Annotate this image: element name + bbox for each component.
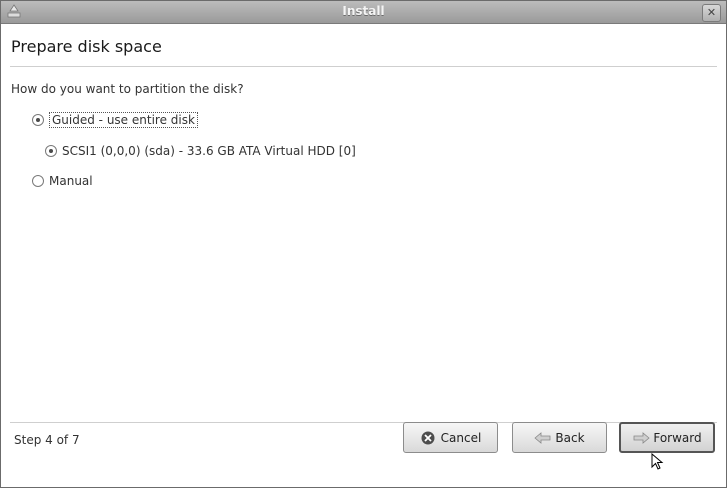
radio-manual[interactable] [32, 175, 44, 187]
radio-guided[interactable] [32, 114, 44, 126]
cancel-button[interactable]: Cancel [403, 422, 498, 453]
step-indicator: Step 4 of 7 [14, 433, 80, 447]
back-button[interactable]: Back [512, 422, 607, 453]
forward-button[interactable]: Forward [619, 422, 715, 453]
right-arrow-icon [633, 431, 650, 444]
cancel-circle-icon [421, 431, 435, 444]
page-title: Prepare disk space [11, 37, 162, 56]
option-manual-label: Manual [49, 174, 93, 188]
title-divider [10, 66, 717, 67]
option-guided[interactable]: Guided - use entire disk [32, 112, 198, 128]
close-button[interactable]: ✕ [702, 4, 721, 22]
partition-question: How do you want to partition the disk? [11, 82, 244, 96]
installer-window: Install ✕ Prepare disk space How do you … [0, 0, 727, 488]
window-title: Install [342, 4, 385, 18]
option-disk-sda[interactable]: SCSI1 (0,0,0) (sda) - 33.6 GB ATA Virtua… [45, 144, 356, 158]
option-disk-sda-label: SCSI1 (0,0,0) (sda) - 33.6 GB ATA Virtua… [62, 144, 356, 158]
title-bar[interactable]: Install ✕ [1, 1, 726, 24]
close-icon: ✕ [706, 6, 717, 19]
cancel-button-label: Cancel [440, 430, 482, 445]
mouse-pointer-icon [651, 453, 664, 470]
left-arrow-icon [534, 431, 551, 444]
back-button-label: Back [555, 430, 585, 445]
option-guided-label: Guided - use entire disk [49, 112, 198, 128]
content-area: Prepare disk space How do you want to pa… [1, 24, 726, 487]
radio-disk-sda[interactable] [45, 145, 57, 157]
forward-button-label: Forward [653, 430, 702, 445]
option-manual[interactable]: Manual [32, 174, 93, 188]
footer-divider [10, 422, 717, 423]
